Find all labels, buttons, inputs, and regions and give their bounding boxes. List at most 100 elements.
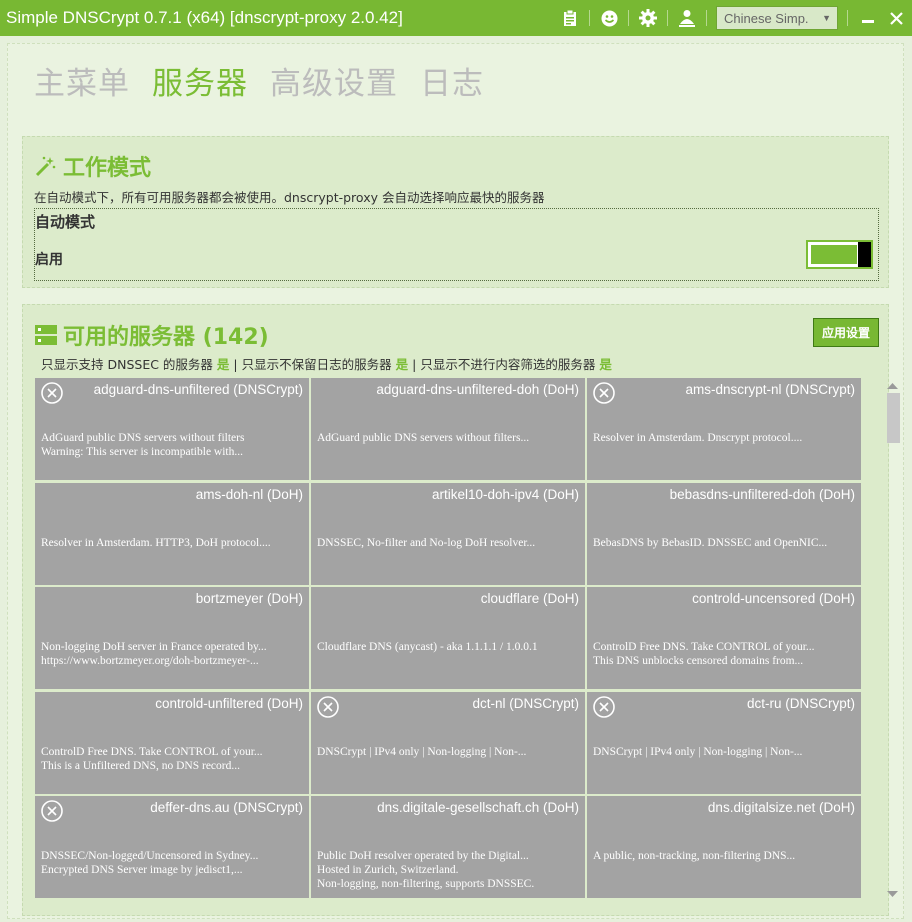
server-name: dct-ru (DNSCrypt) <box>746 696 855 711</box>
tab-advanced-settings[interactable]: 高级设置 <box>270 64 398 104</box>
servers-header: 可用的服务器 (142) <box>35 319 269 351</box>
main-nav: 主菜单 服务器 高级设置 日志 <box>34 64 484 104</box>
toolbar-separator <box>667 10 668 26</box>
servers-title: 可用的服务器 (142) <box>63 325 269 350</box>
server-description: Resolver in Amsterdam. HTTP3, DoH protoc… <box>41 537 271 549</box>
filter-nofilter-toggle[interactable]: 是 <box>599 357 612 372</box>
toolbar-separator <box>706 10 707 26</box>
server-description: BebasDNS by BebasID. DNSSEC and OpenNIC.… <box>593 537 828 549</box>
server-tile[interactable]: controld-uncensored (DoH) ControlD Free D… <box>587 587 861 689</box>
server-description: DNSSEC, No-filter and No-log DoH resolve… <box>317 537 536 549</box>
server-tile[interactable]: controld-unfiltered (DoH) ControlD Free D… <box>35 692 309 794</box>
server-name: controld-uncensored (DoH) <box>692 591 855 606</box>
smiley-icon[interactable] <box>600 9 618 27</box>
disabled-icon <box>41 382 63 404</box>
server-description: AdGuard public DNS servers without filte… <box>41 432 245 458</box>
server-tile[interactable]: bortzmeyer (DoH) Non-logging DoH server i… <box>35 587 309 689</box>
chevron-down-icon: ▼ <box>822 13 831 23</box>
language-value: Chinese Simp. <box>724 10 809 26</box>
clipboard-icon[interactable] <box>561 9 579 27</box>
server-grid: adguard-dns-unfiltered (DNSCrypt) AdGuard… <box>35 378 864 902</box>
scroll-thumb[interactable] <box>887 393 900 443</box>
scrollbar[interactable] <box>884 378 901 902</box>
work-mode-card: 工作模式 在自动模式下，所有可用服务器都会被使用。dnscrypt-proxy … <box>22 136 889 288</box>
toolbar-separator <box>847 10 848 26</box>
server-name: adguard-dns-unfiltered-doh (DoH) <box>376 382 579 397</box>
server-list-icon <box>35 324 57 346</box>
server-description: ControlD Free DNS. Take CONTROL of your.… <box>41 746 263 772</box>
server-tile[interactable]: dns.digitalsize.net (DoH) A public, non-t… <box>587 796 861 898</box>
auto-mode-label: 自动模式 <box>35 213 96 231</box>
server-description: Non-logging DoH server in France operate… <box>41 641 267 667</box>
server-name: bebasdns-unfiltered-doh (DoH) <box>669 487 855 502</box>
window-title: Simple DNSCrypt 0.7.1 (x64) [dnscrypt-pr… <box>6 8 403 27</box>
server-tile[interactable]: ams-doh-nl (DoH) Resolver in Amsterdam. H… <box>35 483 309 585</box>
server-tile[interactable]: adguard-dns-unfiltered (DNSCrypt) AdGuard… <box>35 378 309 480</box>
disabled-icon <box>593 382 615 404</box>
disabled-icon <box>41 800 63 822</box>
tab-main-menu[interactable]: 主菜单 <box>34 64 130 104</box>
server-name: dns.digitale-gesellschaft.ch (DoH) <box>377 800 579 815</box>
magic-wand-icon <box>35 155 57 177</box>
server-description: DNSSEC/Non-logged/Uncensored in Sydney..… <box>41 850 259 876</box>
server-tile[interactable]: dns.digitale-gesellschaft.ch (DoH) Public… <box>311 796 585 898</box>
server-description: DNSCrypt | IPv4 only | Non-logging | Non… <box>593 746 803 758</box>
server-tile[interactable]: adguard-dns-unfiltered-doh (DoH) AdGuard … <box>311 378 585 480</box>
server-tile[interactable]: deffer-dns.au (DNSCrypt) DNSSEC/Non-logge… <box>35 796 309 898</box>
server-tile[interactable]: ams-dnscrypt-nl (DNSCrypt) Resolver in Am… <box>587 378 861 480</box>
disabled-icon <box>593 696 615 718</box>
auto-mode-toggle[interactable] <box>806 240 873 269</box>
title-bar: Simple DNSCrypt 0.7.1 (x64) [dnscrypt-pr… <box>0 0 912 36</box>
work-mode-header: 工作模式 <box>35 150 151 182</box>
filter-nofilter-label: 只显示不进行内容筛选的服务器 <box>420 357 596 372</box>
server-name: cloudflare (DoH) <box>480 591 579 606</box>
scroll-down-icon[interactable] <box>886 888 899 900</box>
filter-nolog-toggle[interactable]: 是 <box>396 357 409 372</box>
auto-mode-box: 自动模式 启用 <box>34 208 879 281</box>
server-name: bortzmeyer (DoH) <box>195 591 303 606</box>
filter-separator: | <box>412 357 417 372</box>
server-description: Resolver in Amsterdam. Dnscrypt protocol… <box>593 432 803 444</box>
toolbar-separator <box>589 10 590 26</box>
server-description: DNSCrypt | IPv4 only | Non-logging | Non… <box>317 746 527 758</box>
toggle-knob <box>858 242 871 267</box>
server-name: ams-dnscrypt-nl (DNSCrypt) <box>685 382 855 397</box>
server-name: adguard-dns-unfiltered (DNSCrypt) <box>93 382 303 397</box>
server-tile[interactable]: dct-nl (DNSCrypt) DNSCrypt | IPv4 only | … <box>311 692 585 794</box>
enable-label: 启用 <box>35 252 63 268</box>
server-name: dns.digitalsize.net (DoH) <box>707 800 855 815</box>
server-name: deffer-dns.au (DNSCrypt) <box>150 800 303 815</box>
tab-servers[interactable]: 服务器 <box>152 64 248 104</box>
toolbar-separator <box>628 10 629 26</box>
server-tile[interactable]: bebasdns-unfiltered-doh (DoH) BebasDNS by… <box>587 483 861 585</box>
filter-dnssec-toggle[interactable]: 是 <box>217 357 230 372</box>
filter-separator: | <box>233 357 238 372</box>
filter-dnssec-label: 只显示支持 DNSSEC 的服务器 <box>41 357 213 372</box>
scroll-up-icon[interactable] <box>886 380 899 392</box>
server-name: dct-nl (DNSCrypt) <box>472 696 579 711</box>
apply-settings-button[interactable]: 应用设置 <box>813 318 879 347</box>
gear-icon[interactable] <box>639 9 657 27</box>
server-tile[interactable]: cloudflare (DoH) Cloudflare DNS (anycast)… <box>311 587 585 689</box>
minimize-icon[interactable] <box>857 7 879 29</box>
disabled-icon <box>317 696 339 718</box>
server-description: AdGuard public DNS servers without filte… <box>317 432 530 444</box>
close-icon[interactable] <box>885 7 907 29</box>
servers-card: 可用的服务器 (142) 应用设置 只显示支持 DNSSEC 的服务器 是 | … <box>22 304 900 916</box>
server-tile[interactable]: artikel10-doh-ipv4 (DoH) DNSSEC, No-filte… <box>311 483 585 585</box>
server-name: controld-unfiltered (DoH) <box>155 696 303 711</box>
server-name: artikel10-doh-ipv4 (DoH) <box>431 487 579 502</box>
filters-bar: 只显示支持 DNSSEC 的服务器 是 | 只显示不保留日志的服务器 是 | 只… <box>41 354 612 373</box>
toggle-track-fill <box>811 245 857 264</box>
server-description: Public DoH resolver operated by the Digi… <box>317 850 535 890</box>
server-description: Cloudflare DNS (anycast) - aka 1.1.1.1 /… <box>317 641 538 653</box>
language-select[interactable]: Chinese Simp. ▼ <box>716 6 838 30</box>
tab-logs[interactable]: 日志 <box>420 64 484 104</box>
user-upload-icon[interactable] <box>678 9 696 27</box>
work-mode-title: 工作模式 <box>63 156 152 181</box>
server-tile[interactable]: dct-ru (DNSCrypt) DNSCrypt | IPv4 only | … <box>587 692 861 794</box>
server-description: A public, non-tracking, non-filtering DN… <box>593 850 796 862</box>
filter-nolog-label: 只显示不保留日志的服务器 <box>241 357 392 372</box>
server-name: ams-doh-nl (DoH) <box>195 487 303 502</box>
server-description: ControlD Free DNS. Take CONTROL of your.… <box>593 641 815 667</box>
